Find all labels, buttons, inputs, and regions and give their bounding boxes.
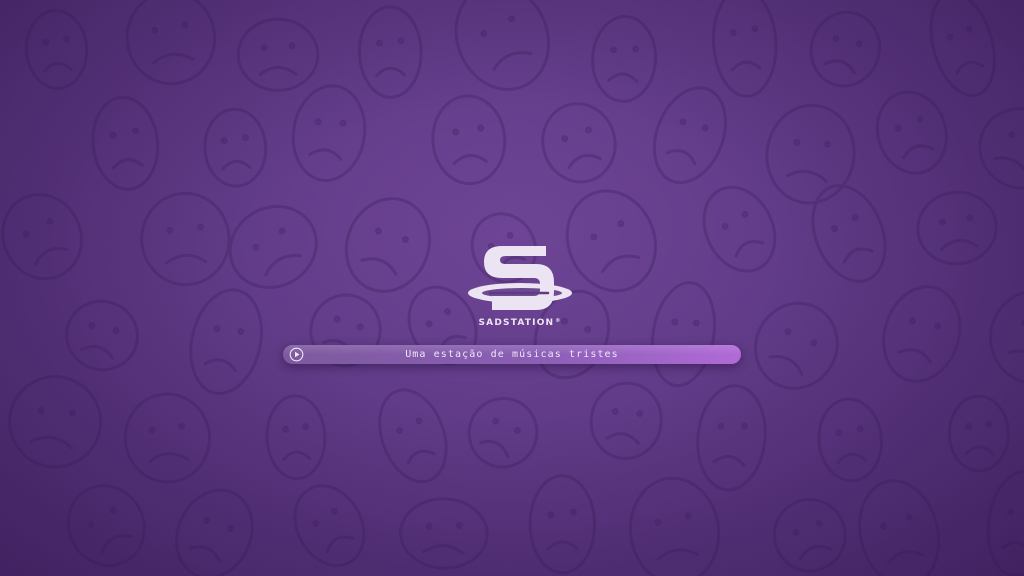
play-circle-icon[interactable] [289, 347, 304, 362]
brand-name-text: SADSTATION [478, 318, 555, 328]
sadstation-s-saturn-logo-icon [468, 246, 572, 310]
registered-mark: ® [555, 318, 562, 324]
brand-name: SADSTATION® [462, 318, 578, 328]
splash-screen: SADSTATION® Uma estação de músicas trist… [0, 0, 1024, 576]
sadstation-logo: SADSTATION® [462, 240, 578, 330]
player-bar[interactable]: Uma estação de músicas tristes [283, 345, 741, 364]
tagline: Uma estação de músicas tristes [405, 349, 619, 360]
